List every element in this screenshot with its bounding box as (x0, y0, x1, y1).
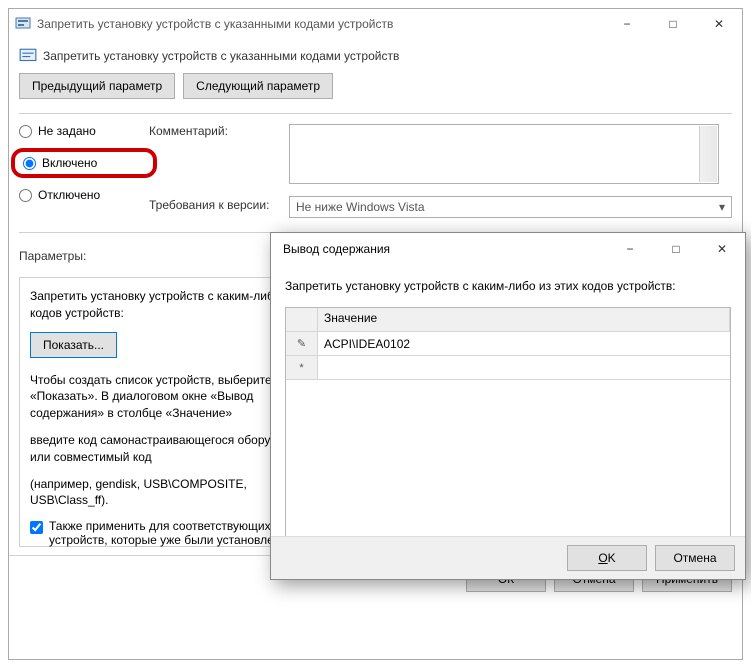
requirements-label: Требования к версии: (149, 198, 289, 212)
radio-enabled-label: Включено (42, 156, 97, 170)
section-divider (19, 113, 732, 114)
next-setting-button[interactable]: Следующий параметр (183, 73, 333, 99)
close-button[interactable]: ✕ (696, 9, 742, 39)
radio-enabled[interactable]: Включено (23, 156, 145, 170)
requirements-value: Не ниже Windows Vista (296, 200, 425, 214)
modal-title: Вывод содержания (277, 242, 607, 256)
modal-cancel-button[interactable]: Отмена (655, 545, 735, 571)
comment-textarea[interactable] (289, 124, 719, 184)
grid-cell-input-1[interactable] (324, 359, 724, 377)
minimize-button[interactable]: − (604, 9, 650, 39)
radio-disabled-label: Отключено (38, 188, 100, 202)
previous-setting-button[interactable]: Предыдущий параметр (19, 73, 175, 99)
modal-ok-button[interactable]: OK (567, 545, 647, 571)
requirements-select[interactable]: Не ниже Windows Vista (289, 196, 732, 218)
value-grid[interactable]: Значение ✎ * (285, 307, 731, 537)
modal-maximize-button[interactable]: □ (653, 234, 699, 264)
header-title: Запретить установку устройств с указанны… (43, 49, 399, 63)
show-contents-dialog: Вывод содержания − □ ✕ Запретить установ… (270, 232, 746, 580)
radio-disabled[interactable]: Отключено (19, 188, 149, 202)
main-title: Запретить установку устройств с указанны… (37, 17, 604, 31)
new-row-marker: * (286, 356, 318, 379)
grid-col-header: Значение (318, 308, 730, 331)
policy-icon (19, 47, 37, 65)
edit-indicator-icon: ✎ (286, 332, 318, 355)
modal-prompt: Запретить установку устройств с каким-ли… (285, 279, 731, 293)
radio-not-configured[interactable]: Не задано (19, 124, 149, 138)
highlighted-enabled-option: Включено (11, 148, 157, 178)
grid-cell-input-0[interactable] (324, 335, 724, 353)
maximize-button[interactable]: □ (650, 9, 696, 39)
gpo-icon (15, 16, 31, 32)
radio-not-configured-label: Не задано (38, 124, 96, 138)
show-button[interactable]: Показать... (30, 332, 117, 358)
grid-row-0[interactable]: ✎ (286, 332, 730, 356)
modal-minimize-button[interactable]: − (607, 234, 653, 264)
comment-label: Комментарий: (149, 124, 289, 138)
main-titlebar: Запретить установку устройств с указанны… (9, 9, 742, 39)
modal-close-button[interactable]: ✕ (699, 234, 745, 264)
grid-row-1[interactable]: * (286, 356, 730, 380)
modal-titlebar: Вывод содержания − □ ✕ (271, 233, 745, 265)
grid-corner (286, 308, 318, 331)
